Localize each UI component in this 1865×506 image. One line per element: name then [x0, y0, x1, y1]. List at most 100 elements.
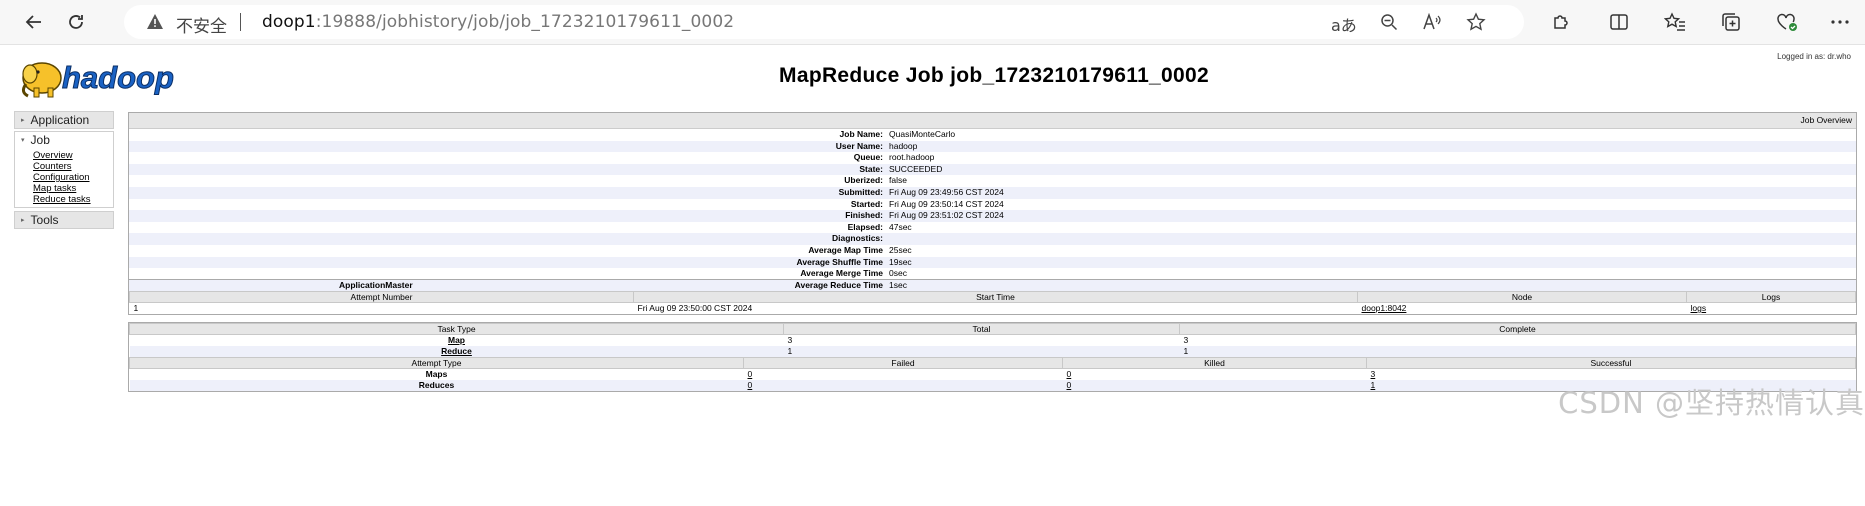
sidebar-item-label: Application [30, 113, 90, 127]
overview-row: State: SUCCEEDED [129, 163, 1856, 176]
overview-key: Diagnostics: [831, 233, 883, 244]
map-total: 3 [787, 335, 793, 345]
overview-value: 25sec [889, 244, 912, 255]
insecure-label: 不安全 [176, 17, 227, 37]
reduce-complete: 1 [1179, 346, 1856, 357]
collapsed-arrow-icon: ▸ [21, 117, 25, 124]
overview-key: Finished: [845, 210, 883, 221]
favorite-star-icon[interactable] [1466, 12, 1486, 32]
overview-value: false [889, 175, 907, 186]
col-failed: Failed [743, 357, 1063, 369]
table-row: Maps 0 0 3 [130, 369, 1856, 381]
url-path: :19888/jobhistory/job/job_1723210179611_… [315, 12, 735, 32]
overview-value: 19sec [889, 256, 912, 267]
maps-attempt-type: Maps [425, 369, 448, 379]
address-bar[interactable]: 不安全 doop1:19888/jobhistory/job/job_17232… [124, 5, 1524, 39]
overview-value: SUCCEEDED [889, 163, 943, 174]
overview-value: 0sec [889, 268, 907, 279]
col-task-type: Task Type [129, 323, 784, 335]
link-overview[interactable]: Overview [33, 150, 113, 161]
link-map-tasks[interactable]: Map tasks [33, 183, 113, 194]
node-link[interactable]: doop1:8042 [1362, 303, 1407, 313]
heart-pulse-icon [1777, 13, 1797, 31]
extensions-button[interactable] [1547, 8, 1575, 36]
overview-row: Job Name: QuasiMonteCarlo [129, 129, 1856, 141]
logs-link[interactable]: logs [1691, 303, 1707, 313]
address-separator [240, 13, 241, 31]
maps-killed-link[interactable]: 0 [1067, 369, 1072, 379]
link-configuration[interactable]: Configuration [33, 172, 113, 183]
col-complete: Complete [1179, 323, 1856, 335]
application-master-caption: ApplicationMaster [339, 280, 413, 290]
overview-value: Fri Aug 09 23:50:14 CST 2024 [889, 198, 1004, 209]
application-master-table: ApplicationMaster Attempt Number Start T… [128, 279, 1857, 315]
col-node: Node [1357, 291, 1687, 303]
col-logs: Logs [1686, 291, 1856, 303]
link-reduce-tasks[interactable]: Reduce tasks [33, 194, 113, 205]
collections-icon [1722, 13, 1740, 31]
overview-row: Average Map Time 25sec [129, 245, 1856, 257]
overview-row: Started: Fri Aug 09 23:50:14 CST 2024 [129, 199, 1856, 211]
split-screen-button[interactable] [1605, 8, 1633, 36]
col-attempt-type: Attempt Type [129, 357, 744, 369]
back-arrow-icon [25, 15, 41, 29]
reduce-task-link[interactable]: Reduce [441, 346, 472, 356]
browser-toolbar: 不安全 doop1:19888/jobhistory/job/job_17232… [0, 0, 1865, 45]
map-complete: 3 [1183, 335, 1189, 345]
overview-row: Average Shuffle Time 19sec [129, 256, 1856, 269]
csdn-watermark: CSDN @坚持热情认真 [1558, 386, 1865, 420]
overview-row: Uberized: false [129, 175, 1856, 187]
puzzle-icon [1554, 15, 1568, 29]
overview-key: State: [859, 163, 883, 174]
overview-key: Average Merge Time [800, 268, 883, 279]
favorites-list-icon [1664, 12, 1685, 31]
overview-row: Elapsed: 47sec [129, 222, 1856, 234]
url-text[interactable]: doop1:19888/jobhistory/job/job_172321017… [262, 12, 734, 32]
read-mode-icon[interactable] [1422, 13, 1442, 31]
overview-value: root.hadoop [889, 152, 935, 163]
sidebar-item-label: Job [30, 133, 50, 147]
refresh-icon [69, 15, 83, 29]
sidebar-item-label: Tools [30, 213, 59, 227]
maps-failed-link[interactable]: 0 [748, 369, 753, 379]
overview-value: Fri Aug 09 23:51:02 CST 2024 [889, 210, 1004, 221]
overview-value: 47sec [889, 221, 912, 232]
map-task-link[interactable]: Map [448, 335, 465, 345]
page-title: MapReduce Job job_1723210179611_0002 [779, 64, 1209, 87]
attempt-start-time: Fri Aug 09 23:50:00 CST 2024 [637, 303, 753, 313]
job-links: Overview Counters Configuration Map task… [15, 148, 113, 207]
reduces-successful-link[interactable]: 1 [1371, 380, 1376, 390]
overview-row: Finished: Fri Aug 09 23:51:02 CST 2024 [129, 210, 1856, 222]
zoom-out-icon[interactable] [1380, 13, 1398, 31]
logged-in-label: Logged in as: dr.who [1777, 52, 1851, 61]
attempt-number: 1 [133, 303, 139, 313]
reduces-failed-link[interactable]: 0 [748, 380, 753, 390]
col-total: Total [783, 323, 1180, 335]
sidebar-item-tools[interactable]: ▸ Tools [14, 211, 114, 229]
table-row: 1 Fri Aug 09 23:50:00 CST 2024 doop1:804… [130, 303, 1856, 315]
col-start-time: Start Time [633, 291, 1358, 303]
overview-key: Job Name: [839, 129, 883, 139]
back-button[interactable] [20, 8, 48, 36]
overview-value: QuasiMonteCarlo [889, 129, 956, 139]
more-menu-button[interactable] [1826, 8, 1854, 36]
browser-essentials-button[interactable] [1773, 8, 1801, 36]
overview-row: Average Merge Time 0sec [129, 268, 1856, 280]
overview-key: Queue: [853, 152, 883, 163]
link-counters[interactable]: Counters [33, 161, 113, 172]
maps-successful-link[interactable]: 3 [1371, 369, 1376, 379]
read-aloud-icon[interactable]: aあ [1331, 12, 1357, 36]
refresh-button[interactable] [62, 8, 90, 36]
reduces-killed-link[interactable]: 0 [1067, 380, 1072, 390]
collections-button[interactable] [1717, 8, 1745, 36]
sidebar-item-application[interactable]: ▸ Application [14, 111, 114, 129]
overview-row: User Name: hadoop [129, 140, 1856, 153]
favorites-button[interactable] [1661, 8, 1689, 36]
overview-row: Diagnostics: [129, 233, 1856, 245]
expanded-arrow-icon: ▾ [21, 137, 25, 144]
url-host: doop1 [262, 12, 316, 32]
more-dots-icon [1831, 20, 1849, 24]
split-screen-icon [1610, 14, 1628, 30]
sidebar-nav: ▸ Application ▾ Job Overview Counters Conf… [14, 111, 114, 231]
sidebar-item-job[interactable]: ▾ Job [15, 132, 113, 148]
